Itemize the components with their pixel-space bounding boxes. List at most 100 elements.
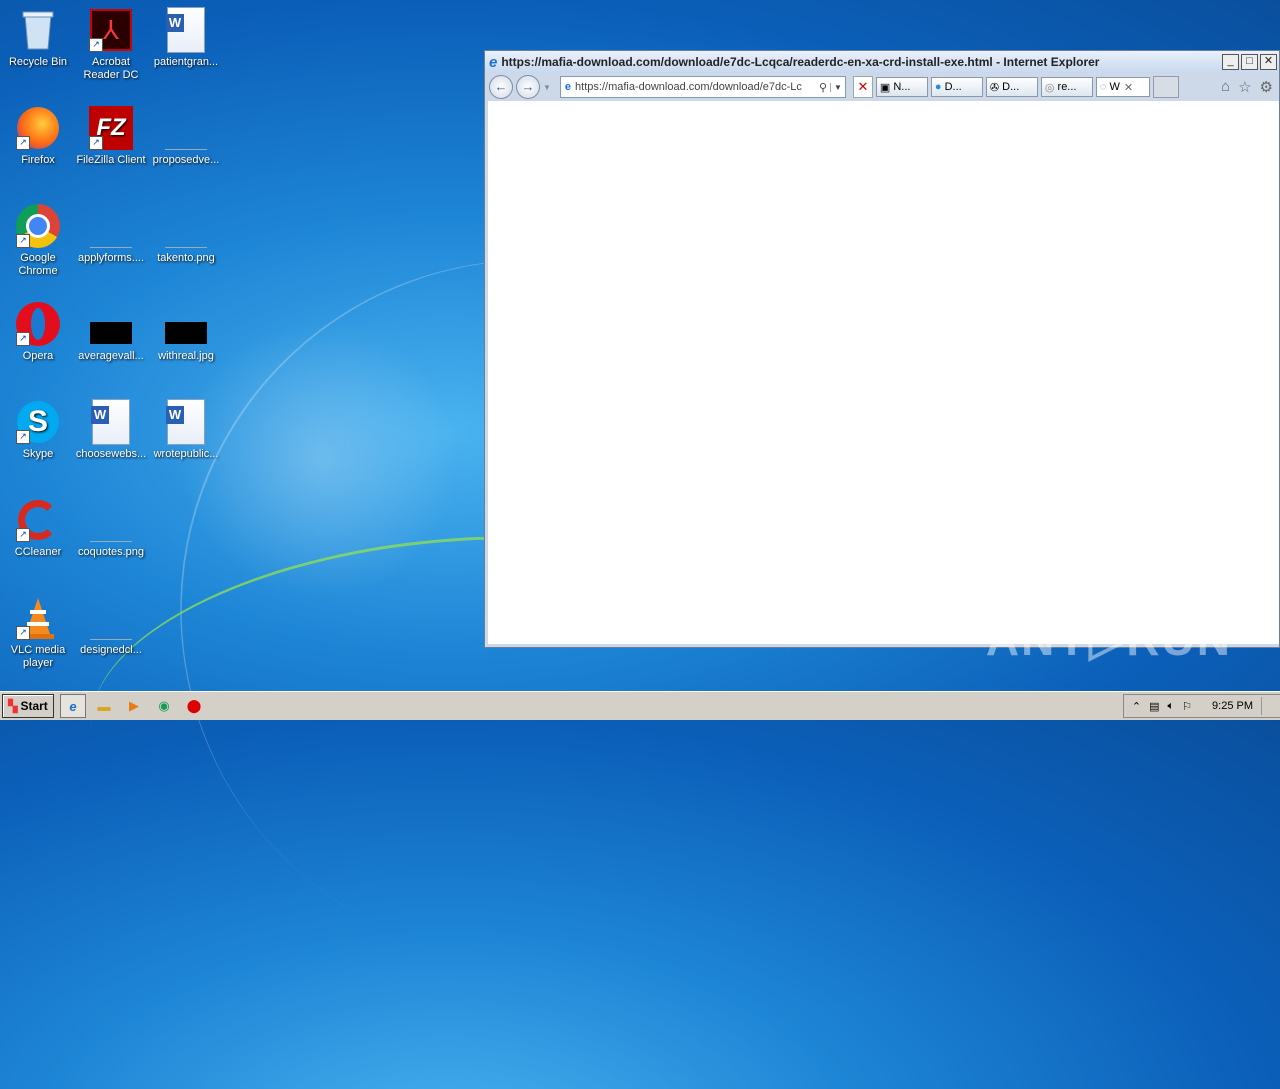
clock[interactable]: 9:25 PM (1212, 700, 1253, 712)
desktop-icon-chrome[interactable]: ↗ Google Chrome (0, 204, 76, 278)
tab-active[interactable]: ◌ W ✕ (1095, 77, 1150, 97)
start-button[interactable]: ▚ Start (2, 694, 54, 718)
filezilla-icon: FZ ↗ (89, 106, 133, 150)
shortcut-arrow-icon: ↗ (89, 38, 103, 52)
taskbar-ie-icon[interactable]: e (60, 694, 86, 718)
taskbar-chrome-icon[interactable]: ◉ (152, 695, 176, 717)
ie-titlebar[interactable]: e https://mafia-download.com/download/e7… (485, 51, 1279, 73)
tab-label: re... (1057, 81, 1077, 93)
windows-logo-icon: ▚ (8, 699, 18, 713)
page-ie-icon: e (564, 81, 572, 93)
stop-button[interactable]: ✕ (852, 76, 873, 98)
ccleaner-icon: ↗ (16, 498, 60, 542)
shortcut-arrow-icon: ↗ (16, 430, 30, 444)
tab-favicon-icon: ✇ (989, 81, 1000, 94)
shortcut-arrow-icon: ↗ (16, 626, 30, 640)
icon-label: FileZilla Client (76, 154, 146, 166)
tab-2[interactable]: ● D... (930, 77, 983, 97)
action-center-flag-icon[interactable]: ⚐ (1182, 700, 1192, 713)
tab-label: N... (893, 81, 911, 93)
file-thumbnail-icon (164, 106, 208, 150)
icon-label: Firefox (21, 154, 55, 166)
desktop-icon-recycle-bin[interactable]: Recycle Bin (0, 8, 76, 69)
tab-close-icon[interactable]: ✕ (1124, 81, 1133, 94)
system-tray: ⌃ ▤ 🔈︎ ⚐ 9:25 PM (1122, 694, 1280, 718)
desktop-icon-designedcl[interactable]: designedcl... (73, 596, 149, 657)
skype-icon: S ↗ (16, 400, 60, 444)
desktop-icon-choosewebs[interactable]: W choosewebs... (73, 399, 149, 461)
desktop-icon-vlc[interactable]: ↗ VLC media player (0, 596, 76, 670)
shortcut-arrow-icon: ↗ (16, 528, 30, 542)
icon-label: Opera (22, 350, 54, 362)
loading-spinner-icon: ◌ (1099, 81, 1107, 93)
taskbar-opera-icon[interactable]: ⬤ (182, 695, 206, 717)
desktop-icon-ccleaner[interactable]: ↗ CCleaner (0, 498, 76, 559)
opera-icon: ↗ (16, 302, 60, 346)
icon-label: averagevall... (78, 350, 144, 362)
forward-button[interactable]: → (516, 75, 540, 99)
icon-label: proposedve... (152, 154, 220, 166)
icon-label: coquotes.png (77, 546, 145, 558)
file-thumbnail-icon (89, 302, 133, 346)
icon-label: Skype (22, 448, 54, 460)
icon-label: applyforms.... (77, 252, 145, 264)
window-title: https://mafia-download.com/download/e7dc… (501, 55, 1100, 69)
word-document-icon: W (89, 399, 133, 445)
home-icon[interactable]: ⌂ (1221, 78, 1230, 96)
tab-3[interactable]: ✇ D... (985, 77, 1038, 97)
new-tab-button[interactable] (1152, 76, 1179, 98)
desktop-icon-coquotes[interactable]: coquotes.png (73, 498, 149, 559)
desktop-icon-takento[interactable]: takento.png (148, 204, 224, 265)
desktop-icon-patientgran[interactable]: W patientgran... (148, 7, 224, 69)
icon-label: patientgran... (153, 56, 219, 68)
show-desktop-button[interactable] (1261, 697, 1272, 715)
icon-label: Recycle Bin (8, 56, 68, 68)
desktop-icon-withreal[interactable]: withreal.jpg (148, 302, 224, 363)
icon-label: wrotepublic... (153, 448, 219, 460)
search-icon[interactable]: ⚲ (819, 81, 827, 94)
shortcut-arrow-icon: ↗ (16, 136, 30, 150)
word-document-icon: W (164, 7, 208, 53)
close-button[interactable]: ✕ (1260, 54, 1277, 70)
address-text[interactable]: https://mafia-download.com/download/e7dc… (575, 81, 816, 93)
back-button[interactable]: ← (489, 75, 513, 99)
tab-favicon-icon: ◎ (1044, 81, 1055, 94)
desktop-icon-firefox[interactable]: ↗ Firefox (0, 106, 76, 167)
network-icon[interactable]: ▤ (1149, 700, 1159, 713)
shortcut-arrow-icon: ↗ (89, 136, 103, 150)
taskbar-media-player-icon[interactable]: ▶ (122, 695, 146, 717)
icon-label: withreal.jpg (158, 350, 214, 362)
tab-label: D... (1002, 81, 1020, 93)
anyrun-watermark: ANY▷RUN (985, 613, 1232, 665)
maximize-button[interactable]: □ (1241, 54, 1258, 70)
desktop-icon-filezilla[interactable]: FZ ↗ FileZilla Client (73, 106, 149, 167)
desktop-icon-wrotepublic[interactable]: W wrotepublic... (148, 399, 224, 461)
page-content[interactable] (488, 101, 1279, 644)
icon-label: Google Chrome (18, 252, 58, 277)
tab-1[interactable]: ▣ N... (875, 77, 928, 97)
tab-4[interactable]: ◎ re... (1040, 77, 1093, 97)
desktop-icon-skype[interactable]: S ↗ Skype (0, 400, 76, 461)
tab-favicon-icon: ▣ (879, 81, 891, 94)
desktop-icon-proposedve[interactable]: proposedve... (148, 106, 224, 167)
desktop-icon-averagevall[interactable]: averagevall... (73, 302, 149, 363)
desktop-icon-applyforms[interactable]: applyforms.... (73, 204, 149, 265)
icon-label: designedcl... (80, 644, 142, 656)
history-dropdown-icon[interactable]: ▼ (543, 83, 551, 92)
icon-label: Acrobat Reader DC (83, 56, 139, 81)
desktop-icon-opera[interactable]: ↗ Opera (0, 302, 76, 363)
file-thumbnail-icon (89, 498, 133, 542)
desktop-icon-acrobat[interactable]: ⅄ ↗ Acrobat Reader DC (73, 8, 149, 82)
address-dropdown-icon[interactable]: ▼ (830, 82, 845, 92)
show-hidden-icons-icon[interactable]: ⌃ (1132, 700, 1141, 713)
word-document-icon: W (164, 399, 208, 445)
file-thumbnail-icon (164, 302, 208, 346)
settings-gear-icon[interactable]: ⚙ (1260, 78, 1273, 96)
favorites-star-icon[interactable]: ☆ (1238, 78, 1251, 96)
taskbar-explorer-icon[interactable]: ▬ (92, 695, 116, 717)
address-bar[interactable]: e https://mafia-download.com/download/e7… (559, 76, 846, 98)
minimize-button[interactable]: _ (1222, 54, 1239, 70)
tab-label: W (1109, 81, 1120, 93)
ie-window[interactable]: e https://mafia-download.com/download/e7… (484, 50, 1280, 648)
volume-icon[interactable]: 🔈︎ (1168, 700, 1175, 713)
